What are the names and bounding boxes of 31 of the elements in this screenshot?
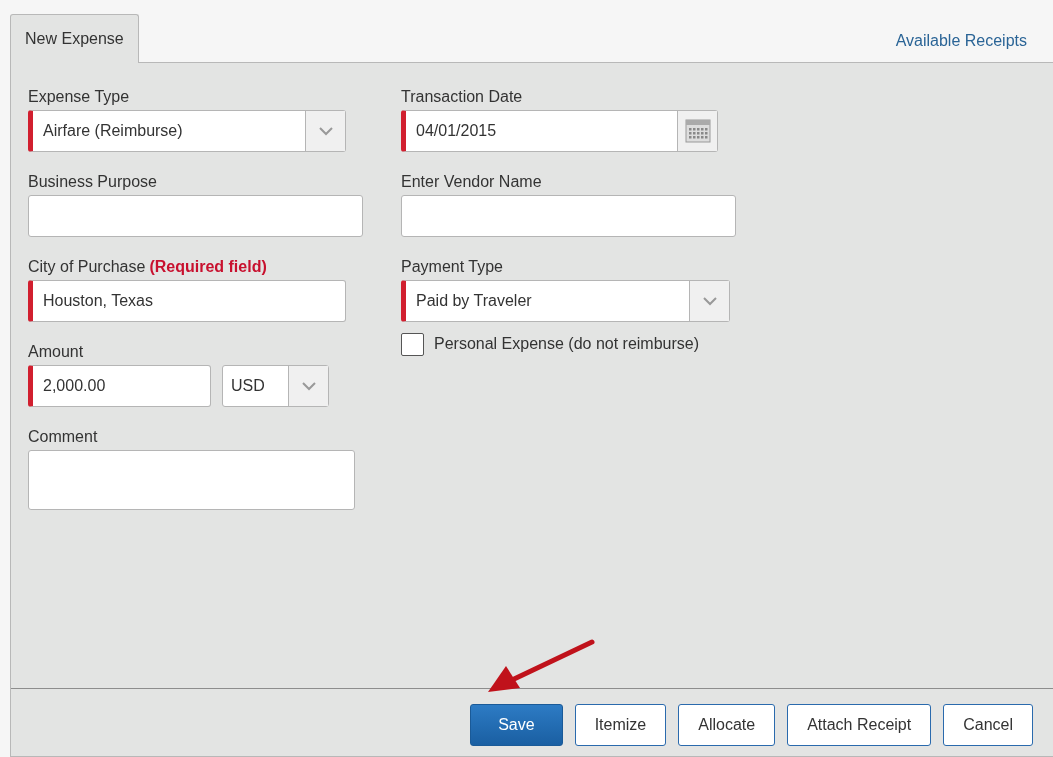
action-button[interactable]: Cancel [943, 703, 1033, 746]
currency-dropdown[interactable]: USD [222, 365, 329, 407]
field-label: Enter Vendor Name [401, 173, 542, 190]
amount-field[interactable]: 2,000.00 [28, 365, 211, 407]
input-field[interactable]: Houston, Texas [28, 280, 346, 322]
chevron-down-icon [318, 126, 333, 136]
dropdown[interactable]: Airfare (Reimburse) [28, 110, 346, 152]
action-button[interactable]: Allocate [678, 703, 776, 746]
dropdown[interactable]: Paid by Traveler [401, 280, 730, 322]
comment-field[interactable] [28, 450, 355, 510]
available-receipts-link[interactable]: Available Receipts [895, 29, 1027, 53]
checkbox[interactable] [401, 332, 424, 356]
date-field[interactable]: 04/01/2015 [401, 110, 718, 152]
chevron-down-icon [702, 296, 717, 306]
field-label: Comment [28, 428, 98, 445]
field-label: Transaction Date [401, 88, 523, 105]
input-field[interactable] [28, 195, 363, 237]
field-label: Payment Type [401, 258, 503, 275]
field-label: Business Purpose [28, 173, 157, 190]
required-note: (Required field) [149, 258, 267, 275]
tab[interactable]: New Expense [10, 14, 139, 63]
checkbox-label: Personal Expense (do not reimburse) [434, 334, 700, 354]
field-label: City of Purchase [28, 258, 146, 275]
chevron-down-icon [301, 381, 316, 391]
action-button[interactable]: Attach Receipt [787, 703, 932, 746]
field-label: Expense Type [28, 88, 130, 105]
field-label: Amount [28, 343, 84, 360]
calendar-icon[interactable] [684, 119, 711, 143]
input-field[interactable] [401, 195, 736, 237]
action-button[interactable]: Itemize [574, 703, 667, 746]
action-button[interactable]: Save [470, 703, 563, 746]
